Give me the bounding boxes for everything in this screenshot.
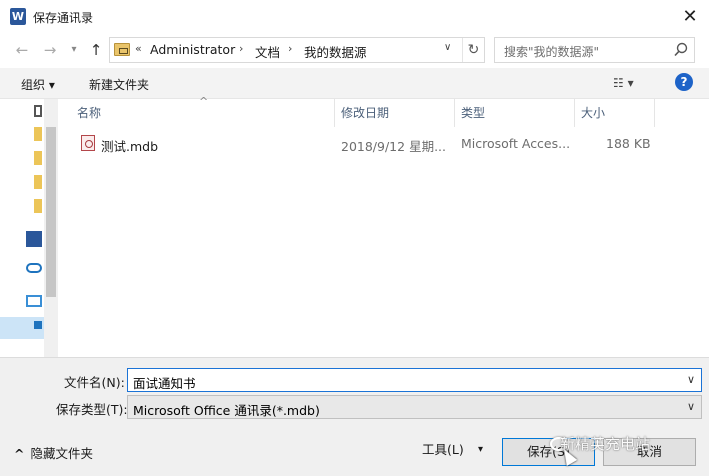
column-header-modified[interactable]: 修改日期 [335, 99, 455, 127]
breadcrumb-separator: › [239, 42, 244, 55]
nav-scroll-thumb[interactable] [46, 127, 56, 297]
word-icon[interactable] [26, 231, 42, 247]
new-folder-button[interactable]: 新建文件夹 [89, 76, 149, 93]
address-bar[interactable]: « Administrator › 文档 › 我的数据源 ∨ ↻ [109, 37, 485, 63]
folder-icon[interactable] [34, 199, 42, 213]
word-app-icon: W [10, 8, 26, 25]
file-size: 188 KB [606, 136, 651, 151]
file-list: 名称 ^ 修改日期 类型 大小 测试.mdb 2018/9/12 星期... M… [59, 95, 705, 357]
search-placeholder: 搜索"我的数据源" [504, 45, 600, 59]
search-icon[interactable] [673, 41, 689, 59]
tools-label: 工具(L) [422, 442, 464, 457]
chevron-down-icon: ▾ [478, 444, 484, 455]
filename-input[interactable]: 面试通知书 ∨ [127, 368, 702, 392]
save-options-panel: 文件名(N): 面试通知书 ∨ 保存类型(T): Microsoft Offic… [0, 357, 709, 476]
file-name[interactable]: 测试.mdb [101, 136, 158, 155]
filetype-value[interactable]: Microsoft Office 通讯录(*.mdb) [133, 400, 320, 419]
breadcrumb-administrator[interactable]: Administrator [150, 42, 235, 57]
chevron-up-icon: ^ [14, 446, 25, 461]
tools-menu-button[interactable]: 工具(L) ▾ [410, 437, 492, 463]
help-icon[interactable]: ? [675, 73, 693, 91]
up-arrow-icon[interactable]: ↑ [86, 40, 106, 60]
command-toolbar: 组织 ▾ 新建文件夹 ☷ ▾ ? [0, 68, 709, 99]
hide-folders-label: 隐藏文件夹 [30, 446, 93, 461]
hide-folders-toggle[interactable]: ^ 隐藏文件夹 [14, 443, 93, 462]
refresh-icon[interactable]: ↻ [462, 38, 484, 62]
chevron-down-icon[interactable]: ∨ [687, 400, 695, 413]
table-row[interactable]: 测试.mdb 2018/9/12 星期... Microsoft Acces..… [59, 129, 659, 157]
onedrive-icon[interactable] [26, 263, 42, 273]
column-header-type[interactable]: 类型 [455, 99, 575, 127]
folder-icon [114, 43, 130, 56]
access-file-icon [81, 135, 95, 151]
breadcrumb-my-data-sources[interactable]: 我的数据源 [304, 42, 367, 61]
breadcrumb-separator: › [288, 42, 293, 55]
folder-icon[interactable] [34, 175, 42, 189]
title-bar: W 保存通讯录 ✕ [0, 0, 709, 34]
column-header-size[interactable]: 大小 [575, 99, 655, 127]
filename-label: 文件名(N): [64, 375, 125, 390]
forward-arrow-icon[interactable]: → [40, 40, 60, 60]
folder-icon[interactable] [34, 127, 42, 141]
organize-menu[interactable]: 组织 ▾ [21, 76, 55, 93]
file-type: Microsoft Acces... [461, 136, 571, 151]
watermark-text: 新精英充电站 [560, 435, 651, 453]
file-modified: 2018/9/12 星期... [341, 139, 446, 154]
sort-arrow-icon: ^ [199, 95, 209, 108]
recent-locations-icon[interactable]: ▾ [64, 40, 84, 60]
window-title: 保存通讯录 [33, 11, 94, 25]
close-button[interactable]: ✕ [676, 4, 704, 30]
back-arrow-icon[interactable]: ← [12, 40, 32, 60]
search-input[interactable]: 搜索"我的数据源" [494, 37, 695, 63]
breadcrumb-documents[interactable]: 文档 [255, 42, 280, 61]
breadcrumb-overflow[interactable]: « [135, 42, 142, 55]
folder-icon[interactable] [34, 151, 42, 165]
pc-icon[interactable] [34, 105, 42, 117]
chevron-down-icon[interactable]: ∨ [687, 373, 695, 386]
filetype-label: 保存类型(T): [56, 402, 128, 417]
nav-scrollbar[interactable] [44, 99, 58, 357]
navigation-pane: ∨ [0, 99, 58, 357]
filename-value[interactable]: 面试通知书 [133, 373, 196, 392]
address-dropdown-icon[interactable]: ∨ [444, 42, 451, 53]
this-pc-icon[interactable] [26, 295, 42, 307]
filetype-select[interactable]: Microsoft Office 通讯录(*.mdb) ∨ [127, 395, 702, 419]
view-options-icon[interactable]: ☷ ▾ [613, 76, 634, 90]
network-icon [34, 321, 42, 329]
